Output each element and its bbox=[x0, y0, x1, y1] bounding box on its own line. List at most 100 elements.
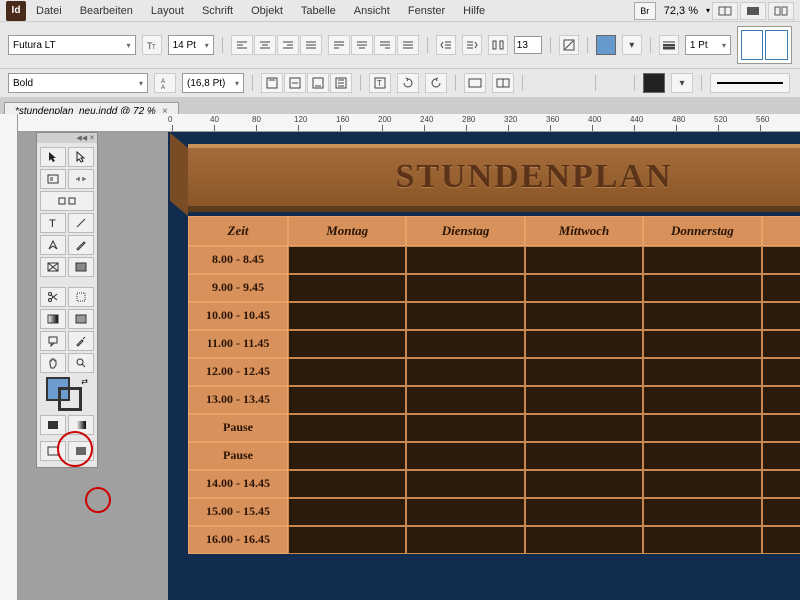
justify-last-left-icon[interactable] bbox=[328, 35, 350, 55]
split-cells-icon[interactable] bbox=[492, 73, 514, 93]
stroke-style-icon[interactable] bbox=[710, 73, 790, 93]
zoom-tool[interactable] bbox=[68, 353, 94, 373]
menu-ansicht[interactable]: Ansicht bbox=[346, 3, 398, 19]
schedule-cell[interactable] bbox=[643, 414, 761, 442]
time-cell[interactable]: 16.00 - 16.45 bbox=[188, 526, 288, 554]
chevron-down-icon[interactable]: ▾ bbox=[706, 6, 710, 15]
menu-layout[interactable]: Layout bbox=[143, 3, 192, 19]
schedule-cell[interactable] bbox=[288, 498, 406, 526]
schedule-cell[interactable] bbox=[406, 330, 524, 358]
schedule-cell[interactable] bbox=[525, 498, 643, 526]
schedule-cell[interactable] bbox=[288, 330, 406, 358]
schedule-cell[interactable] bbox=[406, 302, 524, 330]
schedule-cell[interactable] bbox=[525, 274, 643, 302]
schedule-cell[interactable] bbox=[762, 498, 800, 526]
stroke-color-icon[interactable] bbox=[58, 387, 82, 411]
schedule-cell[interactable] bbox=[288, 246, 406, 274]
time-cell[interactable]: 13.00 - 13.45 bbox=[188, 386, 288, 414]
schedule-cell[interactable] bbox=[288, 302, 406, 330]
schedule-cell[interactable] bbox=[762, 414, 800, 442]
stroke-weight-dropdown[interactable]: 1 Pt bbox=[685, 35, 731, 55]
swap-fill-stroke-icon[interactable]: ⇄ bbox=[81, 377, 88, 386]
schedule-cell[interactable] bbox=[643, 470, 761, 498]
schedule-cell[interactable] bbox=[288, 274, 406, 302]
schedule-cell[interactable] bbox=[288, 414, 406, 442]
schedule-cell[interactable] bbox=[643, 246, 761, 274]
page-tool[interactable] bbox=[40, 169, 66, 189]
schedule-cell[interactable] bbox=[643, 442, 761, 470]
time-cell[interactable]: 11.00 - 11.45 bbox=[188, 330, 288, 358]
schedule-cell[interactable] bbox=[643, 330, 761, 358]
schedule-cell[interactable] bbox=[525, 526, 643, 554]
schedule-cell[interactable] bbox=[762, 246, 800, 274]
schedule-cell[interactable] bbox=[406, 526, 524, 554]
schedule-cell[interactable] bbox=[643, 386, 761, 414]
gap-tool[interactable] bbox=[68, 169, 94, 189]
schedule-cell[interactable] bbox=[406, 246, 524, 274]
justify-last-center-icon[interactable] bbox=[351, 35, 373, 55]
align-center-icon[interactable] bbox=[254, 35, 276, 55]
note-tool[interactable] bbox=[40, 331, 66, 351]
schedule-cell[interactable] bbox=[762, 442, 800, 470]
menu-schrift[interactable]: Schrift bbox=[194, 3, 241, 19]
gradient-swatch-tool[interactable] bbox=[40, 309, 66, 329]
free-transform-tool[interactable] bbox=[68, 287, 94, 307]
justify-all-icon[interactable] bbox=[397, 35, 419, 55]
schedule-cell[interactable] bbox=[288, 526, 406, 554]
font-size-dropdown[interactable]: 14 Pt bbox=[168, 35, 214, 55]
schedule-cell[interactable] bbox=[288, 358, 406, 386]
line-tool[interactable] bbox=[68, 213, 94, 233]
schedule-cell[interactable] bbox=[643, 526, 761, 554]
valign-top-icon[interactable] bbox=[261, 73, 283, 93]
arrange-icon[interactable] bbox=[768, 2, 794, 20]
content-collector-tool[interactable] bbox=[40, 191, 94, 211]
time-cell[interactable]: Pause bbox=[188, 442, 288, 470]
time-cell[interactable]: 9.00 - 9.45 bbox=[188, 274, 288, 302]
align-left-icon[interactable] bbox=[231, 35, 253, 55]
schedule-cell[interactable] bbox=[406, 414, 524, 442]
schedule-cell[interactable] bbox=[762, 470, 800, 498]
indent-left-icon[interactable] bbox=[436, 35, 456, 55]
spread-preview[interactable] bbox=[737, 26, 792, 64]
justify-icon[interactable] bbox=[300, 35, 322, 55]
font-family-dropdown[interactable]: Futura LT bbox=[8, 35, 136, 55]
schedule-cell[interactable] bbox=[762, 386, 800, 414]
schedule-cell[interactable] bbox=[406, 470, 524, 498]
schedule-cell[interactable] bbox=[643, 498, 761, 526]
schedule-cell[interactable] bbox=[762, 302, 800, 330]
time-cell[interactable]: 8.00 - 8.45 bbox=[188, 246, 288, 274]
time-cell[interactable]: 15.00 - 15.45 bbox=[188, 498, 288, 526]
schedule-cell[interactable] bbox=[406, 442, 524, 470]
menu-tabelle[interactable]: Tabelle bbox=[293, 3, 344, 19]
font-style-dropdown[interactable]: Bold bbox=[8, 73, 148, 93]
fill-swatch[interactable] bbox=[596, 35, 616, 55]
schedule-cell[interactable] bbox=[288, 470, 406, 498]
rectangle-tool[interactable] bbox=[68, 257, 94, 277]
time-cell[interactable]: 14.00 - 14.45 bbox=[188, 470, 288, 498]
schedule-cell[interactable] bbox=[643, 302, 761, 330]
no-break-icon[interactable] bbox=[559, 35, 579, 55]
schedule-table[interactable]: ZeitMontagDienstagMittwochDonnerstagFrei… bbox=[188, 216, 800, 554]
schedule-cell[interactable] bbox=[406, 358, 524, 386]
indent-right-icon[interactable] bbox=[462, 35, 482, 55]
schedule-cell[interactable] bbox=[525, 246, 643, 274]
menu-hilfe[interactable]: Hilfe bbox=[455, 3, 493, 19]
type-tool[interactable]: T bbox=[40, 213, 66, 233]
columns-field[interactable] bbox=[514, 36, 542, 54]
fill-stroke-control[interactable]: ⇄ bbox=[40, 375, 94, 415]
gradient-feather-tool[interactable] bbox=[68, 309, 94, 329]
normal-view-icon[interactable] bbox=[40, 441, 66, 461]
schedule-cell[interactable] bbox=[762, 274, 800, 302]
apply-gradient-icon[interactable] bbox=[68, 415, 94, 435]
schedule-cell[interactable] bbox=[525, 386, 643, 414]
view-mode-icon[interactable] bbox=[712, 2, 738, 20]
time-cell[interactable]: 12.00 - 12.45 bbox=[188, 358, 288, 386]
direct-selection-tool[interactable] bbox=[68, 147, 94, 167]
schedule-cell[interactable] bbox=[762, 330, 800, 358]
text-frame-icon[interactable]: T bbox=[369, 73, 391, 93]
swatch-options-icon[interactable]: ▾ bbox=[622, 35, 642, 55]
schedule-cell[interactable] bbox=[406, 386, 524, 414]
apply-color-icon[interactable] bbox=[40, 415, 66, 435]
schedule-cell[interactable] bbox=[525, 358, 643, 386]
schedule-cell[interactable] bbox=[288, 442, 406, 470]
